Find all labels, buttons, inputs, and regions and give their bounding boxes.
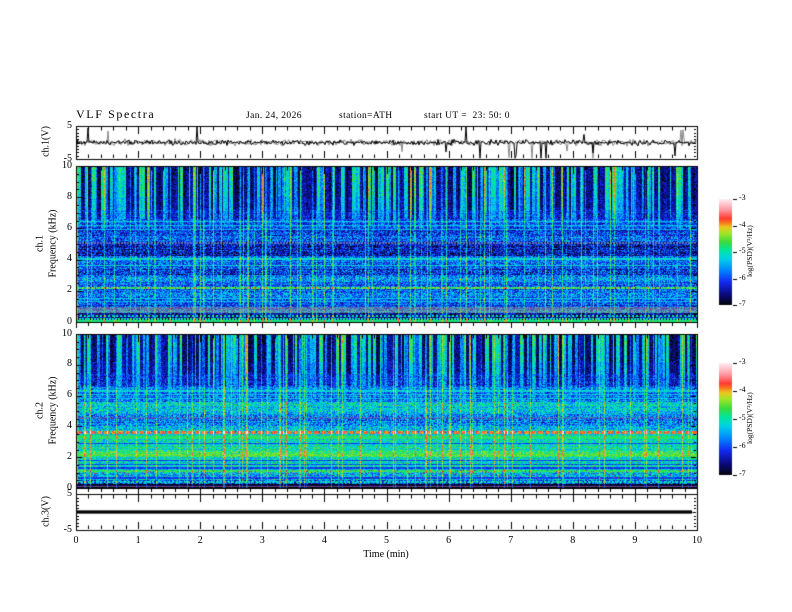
station-label: station=ATH bbox=[339, 111, 393, 121]
freq-tick-label: 10 bbox=[62, 327, 72, 339]
x-tick-label: 0 bbox=[73, 535, 79, 546]
date-label: Jan. 24, 2026 bbox=[246, 111, 302, 121]
voltage-tick-label: 5 bbox=[67, 119, 72, 131]
colorbar-tick-label: -6 bbox=[739, 441, 746, 450]
spec2-frequency-axis-label: Frequency (kHz) bbox=[47, 376, 59, 445]
time-axis-label: Time (min) bbox=[363, 549, 409, 560]
plot-canvas bbox=[0, 0, 792, 612]
x-tick-label: 2 bbox=[197, 535, 203, 546]
freq-tick-label: 4 bbox=[67, 253, 72, 265]
x-tick-label: 8 bbox=[570, 535, 576, 546]
x-tick-label: 7 bbox=[508, 535, 514, 546]
voltage-tick-label: -5 bbox=[63, 523, 72, 535]
freq-tick-label: 2 bbox=[67, 284, 72, 296]
colorbar-tick-label: -7 bbox=[739, 469, 746, 478]
freq-tick-label: 6 bbox=[67, 221, 72, 233]
colorbar-tick-label: -3 bbox=[739, 357, 746, 366]
x-tick-label: 5 bbox=[384, 535, 389, 546]
colorbar-tick-label: -4 bbox=[739, 219, 746, 229]
x-tick-label: 6 bbox=[446, 535, 452, 546]
spec1-frequency-axis-label: Frequency (kHz) bbox=[47, 209, 59, 278]
colorbar-tick-label: -6 bbox=[739, 272, 746, 282]
x-tick-label: 10 bbox=[692, 535, 702, 546]
freq-tick-label: 0 bbox=[67, 315, 72, 327]
colorbar-tick-label: -7 bbox=[739, 299, 746, 308]
freq-tick-label: 8 bbox=[67, 358, 72, 370]
freq-tick-label: 4 bbox=[67, 419, 72, 431]
colorbar-tick-label: -5 bbox=[739, 246, 746, 255]
page-title: VLF Spectra bbox=[76, 107, 156, 121]
freq-tick-label: 2 bbox=[67, 450, 72, 462]
voltage-tick-label: 5 bbox=[67, 487, 72, 499]
freq-tick-label: 8 bbox=[67, 190, 72, 202]
colorbar-tick-label: -4 bbox=[739, 385, 746, 394]
vlf-spectra-figure: VLF Spectra Jan. 24, 2026 station=ATH st… bbox=[0, 0, 792, 612]
colorbar-tick-label: -3 bbox=[739, 193, 746, 202]
x-tick-label: 3 bbox=[259, 535, 265, 546]
x-tick-label: 1 bbox=[135, 535, 141, 546]
x-tick-label: 9 bbox=[632, 535, 638, 546]
freq-tick-label: 10 bbox=[62, 159, 72, 171]
colorbar1-unit-label: log(PSD)(V²/Hz) bbox=[744, 225, 754, 278]
start-ut-label: start UT = 23: 50: 0 bbox=[424, 111, 510, 121]
x-tick-label: 4 bbox=[321, 535, 327, 546]
colorbar2-unit-label: log(PSD)(V²/Hz) bbox=[744, 392, 754, 445]
colorbar-tick-label: -5 bbox=[739, 413, 746, 422]
freq-tick-label: 6 bbox=[67, 389, 72, 401]
